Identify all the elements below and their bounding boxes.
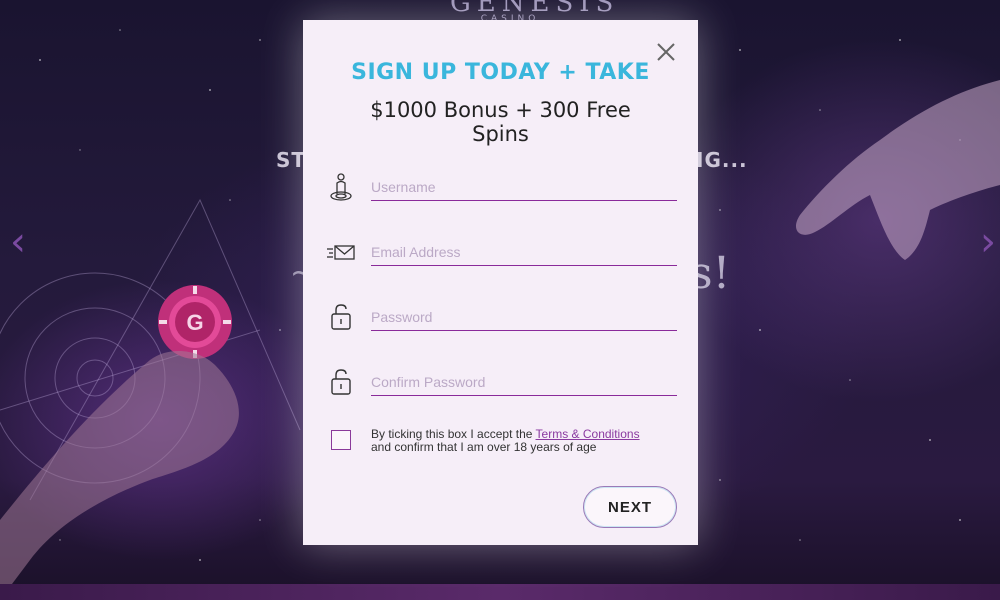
password-input[interactable] bbox=[371, 304, 677, 331]
background-heading-right: IG... bbox=[696, 148, 748, 172]
user-icon bbox=[330, 173, 352, 201]
terms-checkbox[interactable] bbox=[331, 430, 351, 450]
bottom-bar bbox=[0, 584, 1000, 600]
email-input[interactable] bbox=[371, 239, 677, 266]
email-row bbox=[327, 233, 679, 273]
modal-subheadline: $1000 Bonus + 300 Free Spins bbox=[370, 98, 631, 146]
page-background: G GENESIS CASINO ST IG... s! ~ ‹ › SIGN … bbox=[0, 0, 1000, 600]
password-row bbox=[327, 298, 679, 338]
terms-link[interactable]: Terms & Conditions bbox=[536, 427, 640, 441]
lock-icon bbox=[331, 304, 351, 330]
terms-prefix: By ticking this box I accept the bbox=[371, 427, 536, 441]
lock-icon bbox=[331, 369, 351, 395]
mail-icon bbox=[327, 245, 355, 260]
carousel-next-arrow[interactable]: › bbox=[980, 222, 996, 262]
confirm-password-row bbox=[327, 363, 679, 403]
terms-row: By ticking this box I accept the Terms &… bbox=[331, 428, 661, 476]
username-input[interactable] bbox=[371, 174, 677, 201]
modal-headline: SIGN UP TODAY + TAKE bbox=[351, 60, 650, 85]
signup-modal: SIGN UP TODAY + TAKE $1000 Bonus + 300 F… bbox=[303, 20, 698, 545]
svg-text:G: G bbox=[186, 310, 203, 335]
background-heading-left: ST bbox=[276, 148, 307, 172]
terms-text: By ticking this box I accept the Terms &… bbox=[371, 428, 661, 454]
confirm-password-input[interactable] bbox=[371, 369, 677, 396]
terms-suffix: and confirm that I am over 18 years of a… bbox=[371, 440, 597, 454]
next-button[interactable]: NEXT bbox=[583, 486, 677, 528]
carousel-prev-arrow[interactable]: ‹ bbox=[10, 222, 26, 262]
username-row bbox=[327, 168, 679, 208]
